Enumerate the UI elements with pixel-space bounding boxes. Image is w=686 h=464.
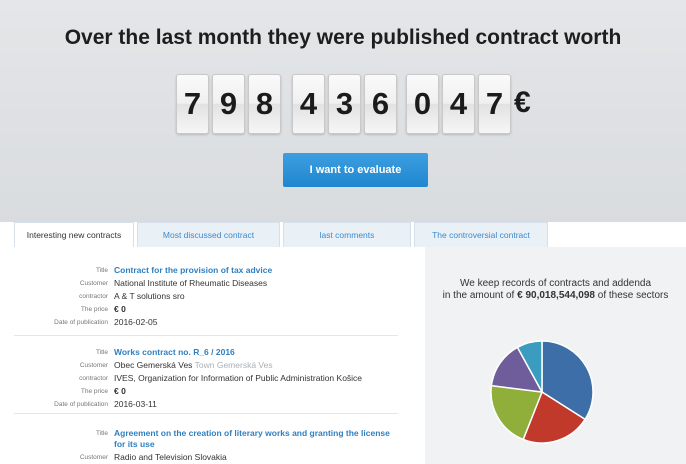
contract-price: € 0: [114, 304, 126, 314]
contractor-label: contractor: [79, 293, 108, 300]
counter-digit: 9: [212, 74, 245, 134]
price-label: The price: [80, 388, 108, 395]
date-label: Date of publication: [54, 319, 108, 326]
summary-suffix: of these sectors: [597, 290, 669, 301]
title-label: Title: [95, 349, 108, 356]
contract-customer: Obec Gemerská Ves Town Gemerská Ves: [114, 359, 273, 372]
customer-label: Customer: [79, 362, 108, 369]
contractor-label: contractor: [79, 375, 108, 382]
counter-digit: 8: [248, 74, 281, 134]
summary-line-1: We keep records of contracts and addenda: [459, 278, 652, 289]
contract-customer: National Institute of Rheumatic Diseases: [114, 278, 268, 288]
counter-digit: 4: [442, 74, 475, 134]
counter-digit: 7: [478, 74, 511, 134]
contract-customer: Radio and Television Slovakia: [114, 452, 227, 462]
tab-last-comments[interactable]: last comments: [283, 222, 411, 247]
customer-label: Customer: [79, 454, 108, 461]
contract-entry: Title Contract for the provision of tax a…: [14, 247, 398, 336]
contract-price: € 0: [114, 386, 126, 396]
evaluate-button[interactable]: I want to evaluate: [283, 153, 428, 187]
contract-entry: Title Agreement on the creation of litera…: [14, 414, 398, 464]
tab-most-discussed-contract[interactable]: Most discussed contract: [137, 222, 280, 247]
price-label: The price: [80, 306, 108, 313]
counter-digit: 3: [328, 74, 361, 134]
hero-banner: Over the last month they were published …: [0, 0, 686, 222]
customer-name: Obec Gemerská Ves: [114, 360, 193, 370]
currency-symbol: €: [514, 86, 531, 119]
title-label: Title: [95, 267, 108, 274]
hero-title: Over the last month they were published …: [64, 26, 622, 49]
contract-contractor: A & T solutions sro: [114, 291, 185, 301]
contract-date: 2016-03-11: [114, 399, 157, 409]
tab-controversial-contract[interactable]: The controversial contract: [414, 222, 548, 247]
summary-prefix: in the amount of: [442, 290, 515, 301]
summary-line-2: in the amount of € 90,018,544,098 of the…: [425, 290, 686, 302]
contracts-list: Title Contract for the provision of tax a…: [14, 247, 398, 464]
counter-digit: 7: [176, 74, 209, 134]
sectors-pie-chart: [490, 340, 594, 444]
date-label: Date of publication: [54, 401, 108, 408]
contract-title-link[interactable]: Works contract no. R_6 / 2016: [114, 346, 235, 359]
contract-entry: Title Works contract no. R_6 / 2016 Custo…: [14, 336, 398, 414]
records-amount: € 90,018,544,098: [517, 290, 595, 301]
counter-digit: 4: [292, 74, 325, 134]
title-label: Title: [95, 430, 108, 437]
contracts-tabs: Interesting new contracts Most discussed…: [14, 222, 686, 247]
contract-date: 2016-02-05: [114, 317, 158, 327]
customer-label: Customer: [79, 280, 108, 287]
contract-worth-counter: 7 9 8 4 3 6 0 4 7 €: [0, 74, 686, 134]
contract-title-link[interactable]: Contract for the provision of tax advice: [114, 264, 272, 277]
contract-title-link[interactable]: Agreement on the creation of literary wo…: [114, 428, 394, 450]
counter-digit: 0: [406, 74, 439, 134]
counter-digit: 6: [364, 74, 397, 134]
contract-contractor: IVES, Organization for Information of Pu…: [114, 373, 363, 383]
sector-summary-text: We keep records of contracts and addenda…: [425, 278, 686, 302]
customer-alias: Town Gemerská Ves: [194, 360, 273, 370]
tab-interesting-new-contracts[interactable]: Interesting new contracts: [14, 222, 134, 247]
